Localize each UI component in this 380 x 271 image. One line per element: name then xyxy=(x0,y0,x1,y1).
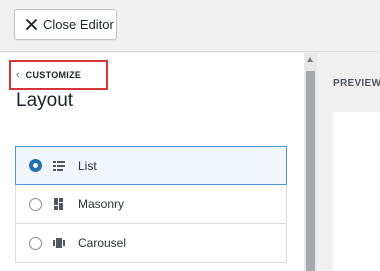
layout-option-label: Carousel xyxy=(78,236,127,250)
radio-button[interactable] xyxy=(29,159,42,172)
carousel-layout-icon xyxy=(53,238,65,248)
close-editor-button[interactable]: Close Editor xyxy=(14,9,117,40)
customizer-sidebar: ‹ CUSTOMIZE Layout List Masonry Carousel xyxy=(0,53,304,271)
customize-back-label: CUSTOMIZE xyxy=(25,70,82,80)
radio-button[interactable] xyxy=(29,197,42,211)
close-icon xyxy=(26,19,37,30)
layout-option-label: Masonry xyxy=(78,197,125,211)
chevron-left-icon: ‹ xyxy=(16,68,20,81)
layout-option-list[interactable]: List xyxy=(15,146,287,185)
layout-option-carousel[interactable]: Carousel xyxy=(15,224,287,263)
preview-label: PREVIEW xyxy=(333,78,380,89)
layout-option-label: List xyxy=(78,158,97,173)
scrollbar-thumb[interactable] xyxy=(306,71,315,271)
section-title: Layout xyxy=(16,90,74,111)
scroll-up-arrow-icon[interactable] xyxy=(307,57,313,62)
radio-button[interactable] xyxy=(29,236,42,250)
top-toolbar: Close Editor xyxy=(0,0,380,52)
customize-back-link[interactable]: ‹ CUSTOMIZE xyxy=(9,60,108,90)
list-layout-icon xyxy=(53,160,65,171)
preview-area: PREVIEW xyxy=(317,53,380,271)
preview-panel xyxy=(333,112,380,271)
masonry-layout-icon xyxy=(54,198,63,210)
layout-option-masonry[interactable]: Masonry xyxy=(15,185,287,224)
sidebar-scrollbar[interactable] xyxy=(304,53,317,271)
layout-options: List Masonry Carousel xyxy=(15,146,287,263)
close-editor-label: Close Editor xyxy=(43,17,114,32)
